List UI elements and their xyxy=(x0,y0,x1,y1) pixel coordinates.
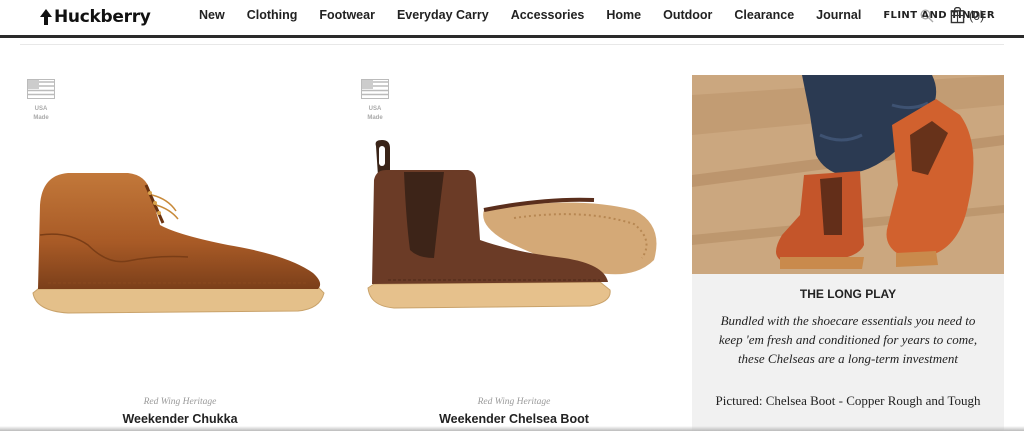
nav-item-journal[interactable]: Journal xyxy=(816,8,861,22)
product-name[interactable]: Weekender Chelsea Boot xyxy=(354,412,674,426)
product-brand: Red Wing Heritage xyxy=(477,397,551,407)
usa-flag-icon xyxy=(361,79,389,99)
product-name[interactable]: Weekender Chukka xyxy=(20,412,340,426)
bottom-edge-shadow xyxy=(0,426,1024,431)
nav-item-home[interactable]: Home xyxy=(606,8,641,22)
nav-item-outdoor[interactable]: Outdoor xyxy=(663,8,712,22)
usa-flag-icon xyxy=(27,79,55,99)
section-divider xyxy=(20,44,1004,45)
editorial-body: Bundled with the shoecare essentials you… xyxy=(718,313,978,366)
nav-item-new[interactable]: New xyxy=(199,8,225,22)
made-label: Made xyxy=(367,115,383,121)
nav-item-accessories[interactable]: Accessories xyxy=(511,8,585,22)
main-nav: New Clothing Footwear Everyday Carry Acc… xyxy=(188,8,995,22)
editorial-title: THE LONG PLAY xyxy=(799,287,897,301)
product-card-weekender-chelsea-boot[interactable]: USA Made Red Wing Heritage Weekender Che… xyxy=(354,75,674,431)
nav-item-everyday-carry[interactable]: Everyday Carry xyxy=(397,8,489,22)
nav-item-clothing[interactable]: Clothing xyxy=(247,8,298,22)
cart-button[interactable]: (0) xyxy=(950,7,984,24)
product-card-weekender-chukka[interactable]: USA Made Red Wing Heritage Weekender Chu… xyxy=(20,75,340,431)
usa-label: USA xyxy=(368,106,382,112)
huckberry-logo[interactable]: Huckberry xyxy=(40,6,151,28)
editorial-tile[interactable]: THE LONG PLAY Bundled with the shoecare … xyxy=(692,75,1004,431)
editorial-pictured-caption: Pictured: Chelsea Boot - Copper Rough an… xyxy=(715,393,981,408)
tree-logo-icon xyxy=(40,9,52,25)
chukka-boot-image xyxy=(32,173,325,314)
chelsea-boot-image xyxy=(367,140,657,309)
top-navigation-bar: Huckberry New Clothing Footwear Everyday… xyxy=(0,0,1024,36)
usa-made-badge: USA Made xyxy=(360,79,390,122)
cart-count: (0) xyxy=(969,8,985,23)
usa-made-badge: USA Made xyxy=(26,79,56,122)
nav-item-footwear[interactable]: Footwear xyxy=(319,8,375,22)
header-divider xyxy=(0,35,1024,38)
product-brand: Red Wing Heritage xyxy=(143,397,217,407)
search-icon[interactable] xyxy=(920,9,934,23)
lifestyle-photo xyxy=(692,75,1004,274)
nav-item-clearance[interactable]: Clearance xyxy=(734,8,794,22)
shopping-bag-icon xyxy=(950,7,965,24)
made-label: Made xyxy=(33,115,49,121)
usa-label: USA xyxy=(34,106,48,112)
logo-wordmark: Huckberry xyxy=(54,7,151,27)
